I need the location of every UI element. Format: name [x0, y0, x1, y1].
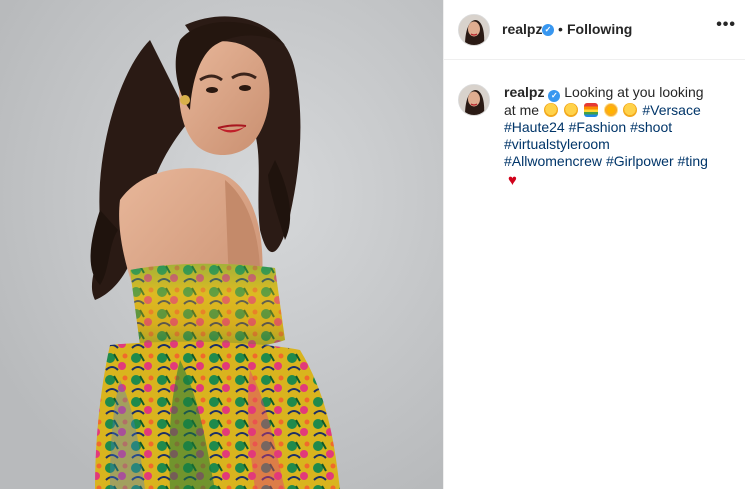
hashtag-link[interactable]: #Fashion	[569, 119, 627, 135]
header-separator: •	[558, 21, 563, 37]
instagram-post: realpz ✓ • Following ••• realpz ✓ Lookin…	[0, 0, 745, 489]
header-username[interactable]: realpz	[502, 21, 542, 37]
star-struck-emoji-icon	[623, 103, 638, 117]
more-options-icon[interactable]: •••	[716, 16, 736, 34]
caption-avatar[interactable]	[458, 84, 490, 116]
caption-avatar-image	[459, 85, 489, 115]
post-photo[interactable]	[0, 0, 443, 489]
following-button[interactable]: Following	[567, 21, 632, 37]
verified-badge-icon: ✓	[542, 24, 554, 36]
rainbow-emoji-icon	[583, 103, 598, 117]
hashtag-link[interactable]: #virtualstyleroom	[504, 136, 610, 152]
verified-badge-icon: ✓	[548, 90, 561, 102]
avatar-image	[459, 15, 489, 45]
post-image-illustration	[0, 0, 443, 489]
post-side-panel: realpz ✓ • Following ••• realpz ✓ Lookin…	[443, 0, 745, 489]
hashtag-link[interactable]: #Haute24	[504, 119, 565, 135]
post-header: realpz ✓ • Following •••	[444, 0, 745, 60]
hashtag-link[interactable]: #Girlpower	[606, 153, 674, 169]
star-struck-emoji-icon	[543, 103, 558, 117]
red-heart-emoji-icon: ♥	[508, 172, 517, 189]
avatar[interactable]	[458, 14, 490, 46]
hashtag-link[interactable]: #ting	[678, 153, 708, 169]
sunflower-emoji-icon	[603, 103, 618, 117]
post-caption: realpz ✓ Looking at you looking at me #V…	[504, 84, 709, 188]
hashtag-link[interactable]: #Versace	[642, 102, 700, 118]
star-struck-emoji-icon	[563, 103, 578, 117]
hashtag-link[interactable]: #Allwomencrew	[504, 153, 602, 169]
caption-username[interactable]: realpz	[504, 84, 544, 100]
hashtag-link[interactable]: #shoot	[630, 119, 672, 135]
